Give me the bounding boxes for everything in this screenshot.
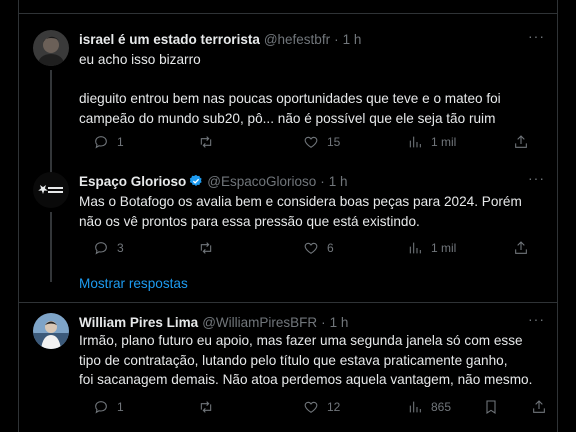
thread-line [49, 212, 52, 282]
share-button[interactable] [513, 132, 529, 152]
separator-dot: · [334, 31, 339, 47]
views-chart-icon [409, 242, 421, 254]
retweet-icon [200, 242, 212, 254]
views-button[interactable]: 865 [407, 397, 451, 417]
share-button[interactable] [531, 397, 547, 417]
tweet-text-line: tipo de contratação, lutando pelo título… [79, 352, 508, 368]
bookmark-button[interactable] [483, 397, 499, 417]
tweet-hefestbfr[interactable]: israel é um estado terrorista @hefestbfr… [19, 14, 557, 184]
previous-tweet-edge [19, 0, 557, 14]
verified-badge-icon[interactable] [189, 174, 203, 188]
share-button[interactable] [513, 238, 529, 258]
show-replies-link[interactable]: Mostrar respostas [79, 276, 188, 291]
display-name[interactable]: israel é um estado terrorista [79, 32, 260, 47]
heart-icon [304, 401, 318, 413]
avatar[interactable] [33, 313, 69, 349]
user-photo-icon [33, 30, 69, 66]
avatar[interactable] [33, 172, 69, 208]
reply-count: 3 [117, 241, 124, 255]
tweet-text: Irmão, plano futuro eu apoio, mas fazer … [79, 331, 543, 390]
tweet-header: William Pires Lima @WilliamPiresBFR · 1 … [79, 313, 547, 331]
tweet-text: eu acho isso bizarro dieguito entrou bem… [79, 50, 543, 128]
heart-icon [304, 136, 318, 148]
bookmark-icon [486, 400, 496, 414]
tweet-text-line: Mas o Botafogo os avalia bem e considera… [79, 194, 522, 209]
retweet-icon [200, 136, 212, 148]
reply-icon [95, 401, 107, 414]
tweet-actions: 1 15 1 mil [93, 132, 537, 152]
timestamp[interactable]: 1 h [330, 315, 349, 330]
tweet-actions: 1 12 865 [93, 397, 545, 417]
like-button[interactable]: 12 [303, 397, 340, 417]
more-options-button[interactable]: ··· [528, 170, 545, 186]
tweet-actions: 3 6 1 mil [93, 238, 537, 258]
tweet-text-line: eu acho isso bizarro [79, 52, 201, 67]
reply-button[interactable]: 1 [93, 397, 124, 417]
tweet-espacoglorioso[interactable]: Espaço Glorioso @EspacoGlorioso · 1 h ··… [19, 164, 557, 282]
like-count: 12 [327, 400, 341, 414]
user-photo-icon [33, 313, 69, 349]
views-chart-icon [409, 401, 421, 413]
tweet-text-line: foi sacanagem demais. Não atoa perdemos … [79, 372, 533, 387]
views-count: 1 mil [431, 241, 457, 255]
retweet-icon [200, 401, 212, 413]
user-handle[interactable]: @hefestbfr [264, 32, 330, 47]
avatar[interactable] [33, 30, 69, 66]
views-chart-icon [409, 136, 421, 148]
display-name[interactable]: William Pires Lima [79, 315, 198, 330]
retweet-button[interactable] [198, 397, 222, 417]
more-options-button[interactable]: ··· [528, 28, 545, 44]
like-button[interactable]: 6 [303, 238, 334, 258]
heart-icon [304, 242, 318, 254]
share-icon [533, 400, 545, 413]
tweet-header: Espaço Glorioso @EspacoGlorioso · 1 h [79, 172, 547, 190]
retweet-button[interactable] [198, 132, 222, 152]
timestamp[interactable]: 1 h [329, 174, 348, 189]
display-name[interactable]: Espaço Glorioso [79, 174, 186, 189]
tweet-text-line: campeão do mundo sub20, pô... não é poss… [79, 110, 496, 126]
user-handle[interactable]: @EspacoGlorioso [207, 174, 316, 189]
reply-icon [95, 242, 107, 255]
separator-dot: · [320, 173, 325, 189]
share-icon [515, 135, 527, 148]
views-count: 865 [431, 400, 452, 414]
more-options-button[interactable]: ··· [528, 311, 545, 327]
reply-button[interactable]: 3 [93, 238, 124, 258]
user-handle[interactable]: @WilliamPiresBFR [202, 315, 317, 330]
timestamp[interactable]: 1 h [343, 32, 362, 47]
views-button[interactable]: 1 mil [407, 238, 456, 258]
tweet-text-line: Irmão, plano futuro eu apoio, mas fazer … [79, 333, 523, 348]
reply-icon [95, 136, 107, 149]
tweet-text-line: dieguito entrou bem nas poucas oportunid… [79, 91, 501, 106]
tweet-text: Mas o Botafogo os avalia bem e considera… [79, 192, 543, 231]
like-button[interactable]: 15 [303, 132, 340, 152]
views-count: 1 mil [431, 135, 457, 149]
reply-button[interactable]: 1 [93, 132, 124, 152]
tweet-header: israel é um estado terrorista @hefestbfr… [79, 30, 547, 48]
share-icon [515, 241, 527, 254]
espaco-glorioso-logo-icon [33, 172, 69, 208]
retweet-button[interactable] [198, 238, 222, 258]
like-count: 6 [327, 241, 334, 255]
reply-count: 1 [117, 135, 124, 149]
views-button[interactable]: 1 mil [407, 132, 456, 152]
tweet-text-line: não os vê prontos para essa pressão que … [79, 213, 420, 229]
separator-dot: · [321, 314, 326, 330]
like-count: 15 [327, 135, 341, 149]
reply-count: 1 [117, 400, 124, 414]
tweet-williampiresbfr[interactable]: William Pires Lima @WilliamPiresBFR · 1 … [19, 303, 557, 432]
timeline-column: israel é um estado terrorista @hefestbfr… [18, 0, 558, 432]
